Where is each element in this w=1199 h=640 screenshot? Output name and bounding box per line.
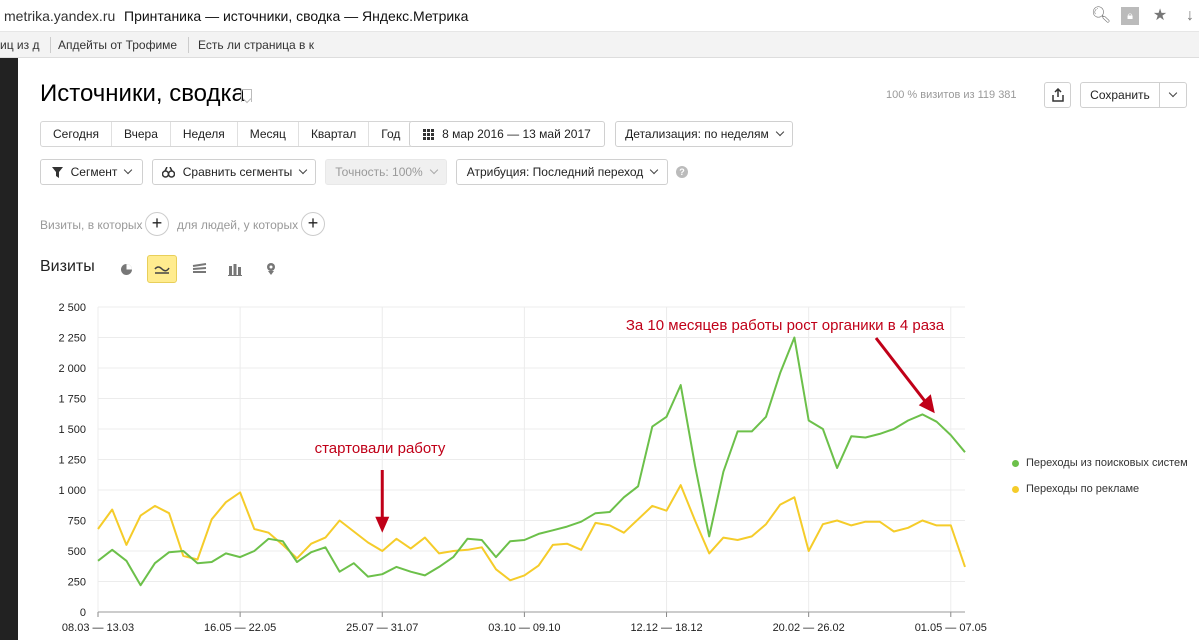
browser-topbar: metrika.yandex.ru Принтаника — источники… — [0, 0, 1199, 32]
legend-label: Переходы из поисковых систем — [1026, 457, 1188, 469]
y-tick-label: 2 000 — [58, 363, 86, 375]
y-tick-label: 1 250 — [58, 455, 86, 467]
page-title: Источники, сводка — [40, 80, 245, 107]
visits-filter-label: Визиты, в которых — [40, 218, 143, 232]
x-tick-label: 25.07 — 31.07 — [346, 622, 418, 634]
attribution-dropdown[interactable]: Атрибуция: Последний переход — [456, 159, 668, 185]
compare-icon — [161, 166, 175, 178]
annotation-arrow-growth — [874, 337, 927, 404]
chevron-down-icon — [1168, 88, 1178, 98]
chevron-down-icon — [299, 165, 308, 175]
period-today[interactable]: Сегодня — [41, 122, 112, 146]
y-tick-label: 0 — [80, 607, 86, 619]
bar-chart-icon[interactable] — [220, 255, 250, 283]
y-tick-label: 250 — [68, 577, 86, 589]
bookmark-item[interactable]: Есть ли страница в к — [198, 38, 324, 52]
help-icon[interactable]: ? — [676, 166, 688, 178]
date-range-label: 8 мар 2016 — 13 май 2017 — [442, 127, 591, 141]
series-line-ads — [97, 484, 966, 582]
x-tick-label: 20.02 — 26.02 — [773, 622, 845, 634]
pie-chart-icon[interactable] — [111, 255, 141, 283]
date-range-button[interactable]: 8 мар 2016 — 13 май 2017 — [409, 121, 605, 147]
y-tick-label: 2 250 — [58, 333, 86, 345]
save-button[interactable]: Сохранить — [1080, 82, 1160, 108]
export-button[interactable] — [1044, 82, 1071, 108]
search-icon[interactable]: 🔍︎ — [1091, 6, 1111, 26]
chart-legend: Переходы из поисковых систем Переходы по… — [1012, 453, 1188, 505]
period-selector: Сегодня Вчера Неделя Месяц Квартал Год — [40, 121, 414, 147]
y-tick-label: 1 750 — [58, 394, 86, 406]
browser-toolbar-icons: 🔍︎ 🔒︎ ★ ↓ — [1091, 6, 1199, 26]
tab-title: Принтаника — источники, сводка — Яндекс.… — [124, 8, 469, 24]
bookmark-item[interactable]: иц из д — [0, 38, 48, 52]
attribution-label: Атрибуция: Последний переход — [466, 165, 644, 179]
legend-item-ads[interactable]: Переходы по рекламе — [1012, 479, 1188, 499]
legend-dot — [1012, 459, 1019, 467]
save-dropdown-button[interactable] — [1159, 82, 1187, 108]
star-icon[interactable]: ★ — [1151, 6, 1169, 26]
bookmarks-bar: иц из д Апдейты от Трофиме Есть ли стран… — [0, 32, 1199, 58]
y-tick-label: 500 — [68, 546, 86, 558]
filter-icon — [51, 166, 63, 178]
lock-icon[interactable]: 🔒︎ — [1121, 7, 1139, 25]
people-filter-label: для людей, у которых — [177, 218, 299, 232]
period-quarter[interactable]: Квартал — [299, 122, 370, 146]
calendar-icon — [423, 128, 435, 140]
add-visit-filter-button[interactable]: + — [145, 212, 169, 236]
chart-title: Визиты — [40, 258, 95, 275]
period-month[interactable]: Месяц — [238, 122, 299, 146]
y-tick-label: 2 500 — [58, 302, 86, 314]
area-chart-icon[interactable] — [184, 255, 214, 283]
compare-segments-button[interactable]: Сравнить сегменты — [152, 159, 316, 185]
annotation-growth: За 10 месяцев работы рост органики в 4 р… — [626, 317, 945, 334]
y-tick-label: 1 500 — [58, 424, 86, 436]
chevron-down-icon — [124, 165, 133, 175]
chevron-down-icon — [650, 165, 659, 175]
annotation-start: стартовали работу — [315, 440, 446, 457]
segment-label: Сегмент — [70, 165, 118, 179]
bookmark-item[interactable]: Апдейты от Трофиме — [58, 38, 184, 52]
visits-info: 100 % визитов из 119 381 — [886, 89, 1017, 101]
segment-button[interactable]: Сегмент — [40, 159, 143, 185]
legend-item-organic[interactable]: Переходы из поисковых систем — [1012, 453, 1188, 473]
annotation-arrowhead-start — [375, 516, 390, 533]
share-icon — [1051, 88, 1064, 102]
address-bar[interactable]: metrika.yandex.ru — [4, 8, 115, 24]
add-people-filter-button[interactable]: + — [301, 212, 325, 236]
line-chart-icon[interactable] — [147, 255, 177, 283]
bookmark-report-icon[interactable] — [241, 89, 252, 102]
y-tick-label: 750 — [68, 516, 86, 528]
x-tick-label: 03.10 — 09.10 — [488, 622, 560, 634]
compare-label: Сравнить сегменты — [182, 165, 293, 179]
accuracy-label: Точность: 100% — [335, 165, 423, 179]
detail-label: Детализация: по неделям — [625, 127, 769, 141]
x-tick-label: 01.05 — 07.05 — [915, 622, 987, 634]
download-icon[interactable]: ↓ — [1181, 6, 1199, 26]
period-yesterday[interactable]: Вчера — [112, 122, 171, 146]
chevron-down-icon — [775, 127, 785, 137]
detail-dropdown[interactable]: Детализация: по неделям — [615, 121, 793, 147]
period-year[interactable]: Год — [369, 122, 412, 146]
y-tick-label: 1 000 — [58, 485, 86, 497]
series-line-organic — [97, 336, 966, 587]
chevron-down-icon — [429, 165, 438, 175]
x-tick-label: 16.05 — 22.05 — [204, 622, 276, 634]
x-tick-label: 12.12 — 18.12 — [630, 622, 702, 634]
legend-label: Переходы по рекламе — [1026, 483, 1140, 495]
period-week[interactable]: Неделя — [171, 122, 238, 146]
legend-dot — [1012, 485, 1019, 493]
map-icon[interactable] — [256, 255, 286, 283]
accuracy-dropdown[interactable]: Точность: 100% — [325, 159, 447, 185]
x-tick-label: 08.03 — 13.03 — [62, 622, 134, 634]
